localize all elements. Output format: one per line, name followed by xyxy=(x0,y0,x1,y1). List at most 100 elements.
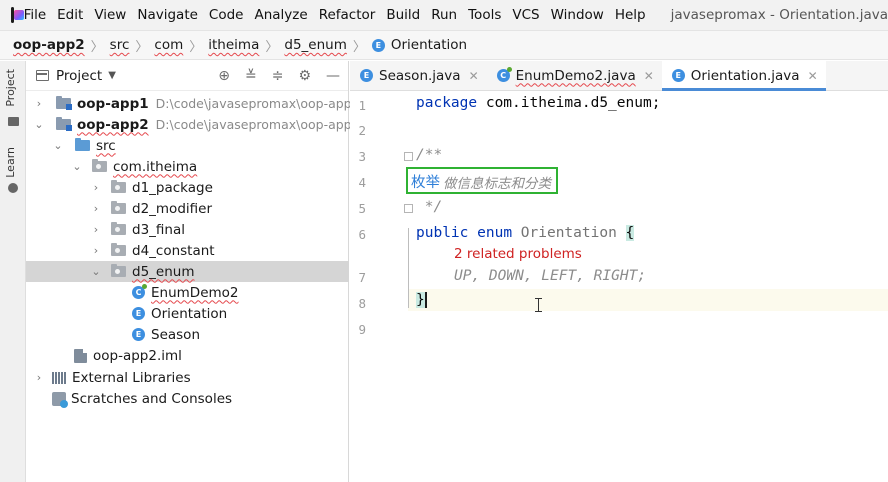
code-line-6: public enum Orientation { xyxy=(416,225,635,241)
doc-link-text[interactable]: 枚举 xyxy=(411,171,440,192)
code-line-7: UP, DOWN, LEFT, RIGHT; xyxy=(454,268,646,284)
learn-tool-tab[interactable]: Learn xyxy=(4,147,17,178)
tree-item-oop-app1[interactable]: › oop-app1 D:\code\javasepromax\oop-app1 xyxy=(26,93,360,114)
tree-item-com-itheima[interactable]: ⌄ com.itheima xyxy=(26,156,349,177)
tree-item-label: Scratches and Consoles xyxy=(71,390,233,407)
tree-item-season[interactable]: E Season xyxy=(26,324,349,345)
menu-run[interactable]: Run xyxy=(431,7,457,23)
code-line-5: */ xyxy=(416,199,442,215)
chevron-down-icon[interactable]: ⌄ xyxy=(70,160,84,173)
module-folder-icon xyxy=(56,117,72,131)
doc-comment-open: /** xyxy=(416,147,443,163)
related-problems-hint[interactable]: 2 related problems xyxy=(454,246,582,262)
open-brace: { xyxy=(625,225,635,241)
close-brace: } xyxy=(416,292,427,308)
tab-season-java[interactable]: E Season.java ✕ xyxy=(350,61,487,90)
project-folder-icon[interactable] xyxy=(8,117,19,126)
doc-comment-highlight: 枚举 做信息标志和分类 xyxy=(406,167,558,194)
chevron-down-icon[interactable]: ⌄ xyxy=(51,139,65,152)
tree-item-external-libraries[interactable]: › External Libraries xyxy=(26,367,349,388)
tab-enumdemo2-java[interactable]: C EnumDemo2.java ✕ xyxy=(487,61,662,90)
line-number: 8 xyxy=(358,296,366,311)
scratches-icon xyxy=(52,391,68,408)
tree-item-oop-app2[interactable]: ⌄ oop-app2 D:\code\javasepromax\oop-app2 xyxy=(26,114,359,135)
tree-item-label: d5_enum xyxy=(132,263,195,280)
tree-item-d1-package[interactable]: › d1_package xyxy=(26,177,349,198)
tree-item-path: D:\code\javasepromax\oop-app2 xyxy=(155,117,360,132)
project-panel: Project ▼ ⊕ ≚ ≑ ⚙ — › oop-app1 D:\code\j… xyxy=(26,61,360,482)
learn-icon[interactable] xyxy=(8,183,18,193)
breadcrumb-item-itheima[interactable]: itheima xyxy=(208,37,259,53)
menu-view[interactable]: View xyxy=(94,7,126,23)
line-number: 9 xyxy=(358,322,366,337)
close-icon[interactable]: ✕ xyxy=(808,69,818,83)
line-number: 5 xyxy=(358,201,366,216)
menu-navigate[interactable]: Navigate xyxy=(137,7,198,23)
menu-file[interactable]: File xyxy=(24,7,47,23)
tree-item-label: oop-app2 xyxy=(77,116,149,133)
tree-item-scratches[interactable]: Scratches and Consoles xyxy=(26,388,349,409)
package-icon xyxy=(111,243,126,256)
tab-orientation-java[interactable]: E Orientation.java ✕ xyxy=(661,61,826,91)
breadcrumb-item-oop-app2[interactable]: oop-app2 xyxy=(13,37,85,53)
project-view-selector[interactable]: Project xyxy=(56,68,102,84)
close-icon[interactable]: ✕ xyxy=(644,69,654,83)
expand-all-icon[interactable]: ≚ xyxy=(245,69,257,83)
module-folder-icon xyxy=(56,96,72,110)
breadcrumb-separator-icon: 〉 xyxy=(352,39,366,55)
source-folder-icon xyxy=(75,138,90,151)
line-number: 7 xyxy=(358,270,366,285)
tree-item-path: D:\code\javasepromax\oop-app1 xyxy=(155,96,360,111)
gear-icon[interactable]: ⚙ xyxy=(298,69,311,83)
tree-item-orientation[interactable]: E Orientation xyxy=(26,303,349,324)
chevron-right-icon[interactable]: › xyxy=(89,202,103,215)
tree-item-d3-final[interactable]: › d3_final xyxy=(26,219,349,240)
chevron-down-icon[interactable]: ⌄ xyxy=(89,265,103,278)
project-tool-tab[interactable]: Project xyxy=(4,69,17,107)
chevron-right-icon[interactable]: › xyxy=(32,97,46,110)
tree-item-iml-file[interactable]: oop-app2.iml xyxy=(26,345,349,366)
menu-window[interactable]: Window xyxy=(551,7,604,23)
chevron-right-icon[interactable]: › xyxy=(89,181,103,194)
menu-tools[interactable]: Tools xyxy=(468,7,501,23)
chevron-down-icon[interactable]: ▼ xyxy=(108,70,116,81)
collapse-all-icon[interactable]: ≑ xyxy=(272,69,284,83)
chevron-right-icon[interactable]: › xyxy=(32,371,46,384)
tree-item-label: oop-app2.iml xyxy=(93,347,182,364)
tree-item-label: Season xyxy=(151,326,200,343)
tree-item-d4-constant[interactable]: › d4_constant xyxy=(26,240,349,261)
tree-item-label: src xyxy=(96,137,116,154)
tree-item-label: d3_final xyxy=(132,221,185,238)
menu-vcs[interactable]: VCS xyxy=(512,7,539,23)
editor-gutter[interactable]: 1 2 3 4 5 6 7 8 9 xyxy=(350,92,413,482)
tree-item-src[interactable]: ⌄ src xyxy=(26,135,349,156)
menu-refactor[interactable]: Refactor xyxy=(319,7,376,23)
breadcrumb-item-src[interactable]: src xyxy=(110,37,130,53)
code-line-1: package com.itheima.d5_enum; xyxy=(416,95,660,111)
library-icon xyxy=(52,371,67,384)
chevron-right-icon[interactable]: › xyxy=(89,244,103,257)
tree-item-label: d1_package xyxy=(132,179,213,196)
editor-tab-bar: E Season.java ✕ C EnumDemo2.java ✕ E Ori… xyxy=(350,61,888,91)
locate-file-icon[interactable]: ⊕ xyxy=(218,69,230,83)
menu-analyze[interactable]: Analyze xyxy=(254,7,307,23)
chevron-down-icon[interactable]: ⌄ xyxy=(32,118,46,131)
package-icon xyxy=(111,180,126,193)
enum-constants: UP, DOWN, LEFT, RIGHT; xyxy=(454,268,647,284)
code-editor[interactable]: package com.itheima.d5_enum; /** 枚举 做信息标… xyxy=(406,92,888,482)
tree-item-d5-enum[interactable]: ⌄ d5_enum xyxy=(26,261,349,282)
close-icon[interactable]: ✕ xyxy=(469,69,479,83)
breadcrumb-item-d5-enum[interactable]: d5_enum xyxy=(284,37,346,53)
tree-item-label: d4_constant xyxy=(132,242,215,259)
menu-code[interactable]: Code xyxy=(209,7,244,23)
breadcrumb-item-com[interactable]: com xyxy=(154,37,183,53)
hide-panel-icon[interactable]: — xyxy=(326,69,340,83)
menu-edit[interactable]: Edit xyxy=(57,7,83,23)
menu-build[interactable]: Build xyxy=(386,7,420,23)
menu-help[interactable]: Help xyxy=(615,7,646,23)
breadcrumb-item-orientation[interactable]: Orientation xyxy=(391,37,467,53)
window-title: javasepromax - Orientation.java xyxy=(670,7,888,23)
tree-item-enumdemo2[interactable]: C EnumDemo2 xyxy=(26,282,349,303)
chevron-right-icon[interactable]: › xyxy=(89,223,103,236)
tree-item-d2-modifier[interactable]: › d2_modifier xyxy=(26,198,349,219)
